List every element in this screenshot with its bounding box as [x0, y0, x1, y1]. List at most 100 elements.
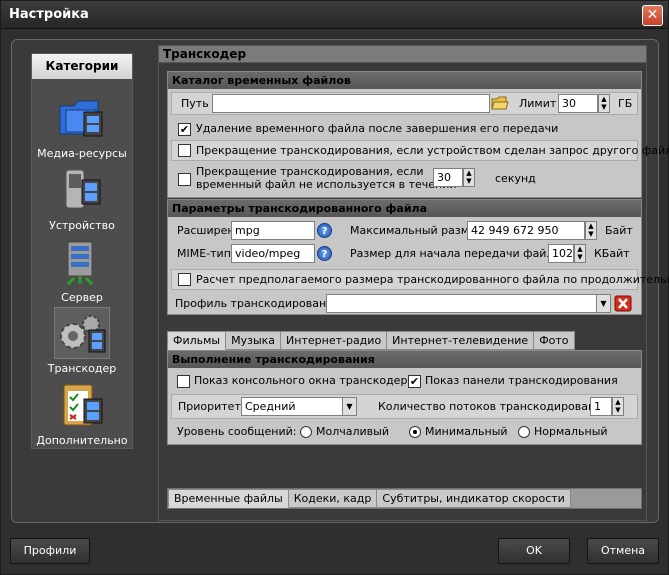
- threads-spinner[interactable]: ▲ ▼: [612, 397, 624, 416]
- limit-spinner[interactable]: ▲ ▼: [598, 94, 610, 113]
- log-minimal-label: Минимальный: [425, 425, 508, 438]
- clipboard-icon: [54, 379, 110, 431]
- bottom-tabs: Временные файлы Кодеки, кадр Субтитры, и…: [168, 489, 571, 508]
- ok-button[interactable]: OK: [498, 538, 570, 564]
- client-area: Категории Медиа-ресурсы Устройство Серве…: [11, 39, 669, 523]
- close-button[interactable]: ✕: [642, 5, 663, 26]
- bottom-tabs-bar: Временные файлы Кодеки, кадр Субтитры, и…: [167, 488, 642, 509]
- stop-unused-spinner[interactable]: ▲ ▼: [463, 168, 475, 187]
- priority-row: Приоритет Средний ▼ Количество потоков т…: [171, 394, 638, 419]
- panel-title: Транскодер: [159, 46, 646, 63]
- path-label: Путь: [181, 97, 209, 110]
- stop-request-row: Прекращение транскодирования, если устро…: [171, 140, 669, 161]
- start-size-unit: КБайт: [594, 247, 630, 260]
- estimate-row: Расчет предполагаемого размера транскоди…: [171, 269, 669, 290]
- limit-label: Лимит: [519, 97, 557, 110]
- profiles-button[interactable]: Профили: [10, 538, 90, 564]
- max-size-spinner[interactable]: ▲ ▼: [585, 221, 597, 240]
- show-console-checkbox[interactable]: [177, 375, 190, 388]
- start-size-label: Размер для начала передачи файла: [350, 247, 561, 260]
- category-device[interactable]: Устройство: [32, 164, 132, 232]
- limit-input[interactable]: 30: [558, 94, 598, 113]
- media-tabs: Фильмы Музыка Интернет-радио Интернет-те…: [167, 331, 575, 350]
- estimate-size-label: Расчет предполагаемого размера транскоди…: [196, 273, 669, 286]
- folder-browse-icon[interactable]: [491, 95, 509, 112]
- cancel-button[interactable]: Отмена: [587, 538, 659, 564]
- start-size-input[interactable]: 1024: [548, 244, 574, 263]
- category-label: Сервер: [61, 291, 103, 304]
- title-bar[interactable]: Настройка ✕: [1, 1, 668, 29]
- show-console-label: Показ консольного окна транскодера: [194, 374, 415, 387]
- priority-select[interactable]: Средний: [241, 397, 357, 416]
- window-title: Настройка: [9, 7, 89, 22]
- settings-window: Настройка ✕ Категории Медиа-ресурсы Устр…: [0, 0, 669, 575]
- tab-photo[interactable]: Фото: [534, 331, 575, 350]
- categories-header: Категории: [32, 54, 132, 79]
- stop-unused-label-1: Прекращение транскодирования, если: [196, 165, 424, 178]
- help-icon[interactable]: ?: [317, 223, 332, 238]
- category-media-resources[interactable]: Медиа-ресурсы: [32, 92, 132, 160]
- mime-input[interactable]: video/mpeg: [231, 244, 315, 263]
- start-size-spinner[interactable]: ▲ ▼: [574, 244, 586, 263]
- log-level-label: Уровень сообщений:: [177, 425, 297, 438]
- log-silent-radio[interactable]: [300, 426, 312, 438]
- delete-profile-icon[interactable]: [614, 295, 632, 312]
- file-params-title: Параметры транскодированного файла: [168, 200, 641, 217]
- category-label: Транскодер: [47, 362, 117, 375]
- threads-input[interactable]: 1: [590, 397, 612, 416]
- category-label: Дополнительно: [36, 434, 128, 447]
- path-row: Путь Лимит 30 ▲ ▼ ГБ: [171, 92, 638, 115]
- file-params-group: Параметры транскодированного файла Расши…: [167, 199, 669, 315]
- device-film-icon: [54, 164, 110, 216]
- tab-films[interactable]: Фильмы: [167, 331, 227, 350]
- stop-unused-unit: секунд: [495, 172, 536, 185]
- stop-on-request-label: Прекращение транскодирования, если устро…: [196, 144, 669, 157]
- gears-icon: [54, 307, 110, 359]
- categories-sidebar: Категории Медиа-ресурсы Устройство Серве…: [31, 53, 133, 449]
- max-size-label: Максимальный размер: [350, 224, 483, 237]
- stop-on-request-checkbox[interactable]: [178, 144, 191, 157]
- log-minimal-radio[interactable]: [409, 426, 421, 438]
- stop-unused-seconds-input[interactable]: 30: [433, 168, 463, 187]
- delete-after-transfer-checkbox[interactable]: ✔: [178, 123, 191, 136]
- category-label: Медиа-ресурсы: [37, 147, 127, 160]
- threads-label: Количество потоков транскодирования: [378, 400, 609, 413]
- category-server[interactable]: Сервер: [32, 236, 132, 304]
- server-icon: [54, 236, 110, 288]
- log-normal-radio[interactable]: [518, 426, 530, 438]
- tab-codecs[interactable]: Кодеки, кадр: [288, 489, 378, 508]
- category-transcoder[interactable]: Транскодер: [32, 307, 132, 375]
- delete-after-transfer-label: Удаление временного файла после завершен…: [196, 122, 559, 135]
- show-panel-label: Показ панели транскодирования: [425, 374, 618, 387]
- priority-label: Приоритет: [178, 400, 241, 413]
- mime-label: MIME-тип: [177, 247, 231, 260]
- max-size-unit: Байт: [605, 224, 633, 237]
- execution-title: Выполнение транскодирования: [168, 351, 641, 368]
- execution-group: Выполнение транскодирования Показ консол…: [167, 350, 642, 445]
- log-silent-label: Молчаливый: [316, 425, 389, 438]
- transcoder-panel: Транскодер Каталог временных файлов Путь…: [158, 45, 669, 521]
- log-normal-label: Нормальный: [534, 425, 608, 438]
- tab-internet-radio[interactable]: Интернет-радио: [281, 331, 388, 350]
- show-panel-checkbox[interactable]: ✔: [408, 375, 421, 388]
- chevron-down-icon[interactable]: ▼: [596, 295, 610, 312]
- limit-unit: ГБ: [618, 97, 633, 110]
- help-icon[interactable]: ?: [317, 246, 332, 261]
- extension-input[interactable]: mpg: [231, 221, 315, 240]
- tab-music[interactable]: Музыка: [226, 331, 282, 350]
- tab-internet-tv[interactable]: Интернет-телевидение: [387, 331, 535, 350]
- category-additional[interactable]: Дополнительно: [32, 379, 132, 447]
- temp-files-title: Каталог временных файлов: [168, 72, 641, 89]
- chevron-down-icon[interactable]: ▼: [342, 398, 356, 415]
- temp-files-group: Каталог временных файлов Путь Лимит 30 ▲…: [167, 71, 669, 198]
- max-size-input[interactable]: 42 949 672 950: [467, 221, 585, 240]
- tab-temp-files[interactable]: Временные файлы: [168, 489, 289, 508]
- folder-film-icon: [54, 92, 110, 144]
- profile-select[interactable]: [326, 294, 611, 313]
- estimate-size-checkbox[interactable]: [178, 273, 191, 286]
- path-input[interactable]: [212, 94, 490, 113]
- stop-unused-checkbox[interactable]: [178, 173, 191, 186]
- profile-label: Профиль транскодирования: [175, 297, 340, 310]
- tab-subtitles[interactable]: Субтитры, индикатор скорости: [377, 489, 571, 508]
- category-label: Устройство: [49, 219, 115, 232]
